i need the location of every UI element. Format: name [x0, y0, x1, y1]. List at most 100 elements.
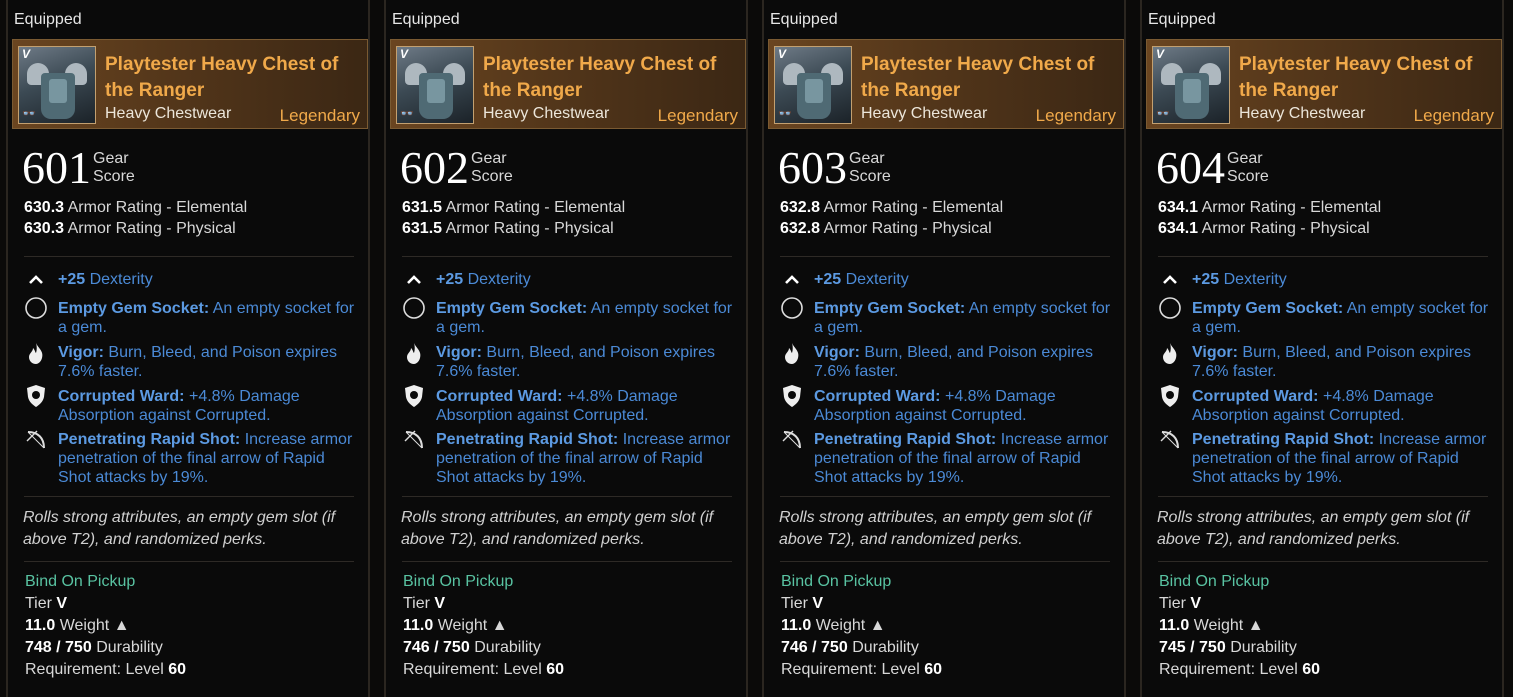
divider	[402, 256, 732, 257]
item-description: Rolls strong attributes, an empty gem sl…	[779, 509, 1092, 548]
perk-gem-socket: Empty Gem Socket: An empty socket for a …	[814, 300, 1111, 336]
item-tooltip-card: Equipped V 👓 Playtester Heavy Chest of th…	[762, 0, 1126, 697]
gear-score-label: Gear Score	[1227, 150, 1269, 185]
item-header: V 👓 Playtester Heavy Chest of the Ranger …	[1146, 39, 1502, 129]
divider	[24, 496, 354, 497]
flame-icon	[402, 341, 426, 365]
perk-corrupted-ward: Corrupted Ward: +4.8% Damage Absorption …	[436, 388, 678, 424]
item-type: Heavy Chestwear	[861, 105, 988, 122]
divider	[780, 496, 1110, 497]
divider	[1158, 256, 1488, 257]
divider	[1158, 561, 1488, 562]
item-tooltip-card: Equipped V 👓 Playtester Heavy Chest of th…	[384, 0, 748, 697]
empty-gem-socket-icon	[780, 296, 804, 320]
armor-physical: 634.1 Armor Rating - Physical	[1158, 220, 1370, 237]
empty-gem-socket-icon	[1158, 296, 1182, 320]
item-description: Rolls strong attributes, an empty gem sl…	[23, 509, 336, 548]
divider	[24, 256, 354, 257]
item-description: Rolls strong attributes, an empty gem sl…	[401, 509, 714, 548]
bind-on-pickup: Bind On Pickup	[25, 573, 136, 590]
item-header: V 👓 Playtester Heavy Chest of the Ranger …	[390, 39, 746, 129]
bind-on-pickup: Bind On Pickup	[781, 573, 892, 590]
perk-rapid-shot: Penetrating Rapid Shot: Increase armor p…	[436, 431, 731, 486]
perk-rapid-shot: Penetrating Rapid Shot: Increase armor p…	[58, 431, 353, 486]
item-rarity: Legendary	[657, 106, 738, 125]
chest-armor-icon[interactable]: V 👓	[774, 46, 852, 124]
item-rarity: Legendary	[1035, 106, 1116, 125]
item-tier: Tier V	[25, 595, 68, 612]
perk-gem-socket: Empty Gem Socket: An empty socket for a …	[436, 300, 733, 336]
divider	[1158, 496, 1488, 497]
equipped-label: Equipped	[392, 11, 460, 28]
item-requirement: Requirement: Level 60	[403, 661, 564, 678]
shield-ward-icon	[1158, 384, 1182, 408]
armor-elemental: 634.1 Armor Rating - Elemental	[1158, 199, 1382, 216]
perk-corrupted-ward: Corrupted Ward: +4.8% Damage Absorption …	[58, 388, 300, 424]
divider	[402, 561, 732, 562]
equipped-label: Equipped	[1148, 11, 1216, 28]
bow-icon	[1158, 428, 1182, 452]
item-type: Heavy Chestwear	[483, 105, 610, 122]
weight-icon: ▲	[1247, 617, 1264, 634]
chest-armor-icon[interactable]: V 👓	[18, 46, 96, 124]
perk-gem-socket: Empty Gem Socket: An empty socket for a …	[1192, 300, 1489, 336]
equipped-label: Equipped	[770, 11, 838, 28]
perk-attribute: +25 Dexterity	[814, 271, 909, 288]
perk-vigor: Vigor: Burn, Bleed, and Poison expires 7…	[1192, 344, 1471, 380]
item-name: Playtester Heavy Chest of the Ranger	[483, 54, 717, 101]
gear-score-value: 601	[22, 142, 91, 193]
item-requirement: Requirement: Level 60	[25, 661, 186, 678]
armor-physical: 631.5 Armor Rating - Physical	[402, 220, 614, 237]
empty-gem-socket-icon	[402, 296, 426, 320]
flame-icon	[24, 341, 48, 365]
item-durability: 748 / 750 Durability	[25, 639, 163, 656]
gear-score-label: Gear Score	[471, 150, 513, 185]
bow-icon	[402, 428, 426, 452]
item-weight: 11.0 Weight ▲	[781, 617, 886, 634]
gear-score-label: Gear Score	[93, 150, 135, 185]
perk-vigor: Vigor: Burn, Bleed, and Poison expires 7…	[436, 344, 715, 380]
gear-score-value: 603	[778, 142, 847, 193]
weight-icon: ▲	[113, 617, 130, 634]
perk-corrupted-ward: Corrupted Ward: +4.8% Damage Absorption …	[1192, 388, 1434, 424]
item-header: V 👓 Playtester Heavy Chest of the Ranger …	[768, 39, 1124, 129]
item-requirement: Requirement: Level 60	[1159, 661, 1320, 678]
armor-elemental: 630.3 Armor Rating - Elemental	[24, 199, 248, 216]
chevron-up-icon	[24, 268, 48, 292]
item-tier: Tier V	[1159, 595, 1202, 612]
item-name: Playtester Heavy Chest of the Ranger	[105, 54, 339, 101]
gear-score-value: 604	[1156, 142, 1225, 193]
weight-icon: ▲	[491, 617, 508, 634]
chevron-up-icon	[780, 268, 804, 292]
chevron-up-icon	[402, 268, 426, 292]
item-tooltip-card: Equipped V 👓 Playtester Heavy Chest of th…	[1140, 0, 1504, 697]
item-tooltip-card: Equipped V 👓 Playtester Heavy Chest of th…	[6, 0, 370, 697]
chest-armor-icon[interactable]: V 👓	[396, 46, 474, 124]
bind-on-pickup: Bind On Pickup	[1159, 573, 1270, 590]
perk-attribute: +25 Dexterity	[58, 271, 153, 288]
shield-ward-icon	[402, 384, 426, 408]
chest-armor-icon[interactable]: V 👓	[1152, 46, 1230, 124]
perk-vigor: Vigor: Burn, Bleed, and Poison expires 7…	[814, 344, 1093, 380]
item-requirement: Requirement: Level 60	[781, 661, 942, 678]
item-type: Heavy Chestwear	[105, 105, 232, 122]
item-name: Playtester Heavy Chest of the Ranger	[861, 54, 1095, 101]
chevron-up-icon	[1158, 268, 1182, 292]
item-header: V 👓 Playtester Heavy Chest of the Ranger …	[12, 39, 368, 129]
armor-physical: 632.8 Armor Rating - Physical	[780, 220, 992, 237]
item-weight: 11.0 Weight ▲	[25, 617, 130, 634]
divider	[780, 561, 1110, 562]
perk-attribute: +25 Dexterity	[1192, 271, 1287, 288]
divider	[780, 256, 1110, 257]
gear-score-value: 602	[400, 142, 469, 193]
perk-corrupted-ward: Corrupted Ward: +4.8% Damage Absorption …	[814, 388, 1056, 424]
weight-icon: ▲	[869, 617, 886, 634]
item-rarity: Legendary	[1413, 106, 1494, 125]
bind-on-pickup: Bind On Pickup	[403, 573, 514, 590]
perk-rapid-shot: Penetrating Rapid Shot: Increase armor p…	[1192, 431, 1487, 486]
item-weight: 11.0 Weight ▲	[403, 617, 508, 634]
empty-gem-socket-icon	[24, 296, 48, 320]
armor-physical: 630.3 Armor Rating - Physical	[24, 220, 236, 237]
flame-icon	[1158, 341, 1182, 365]
item-tier: Tier V	[781, 595, 824, 612]
